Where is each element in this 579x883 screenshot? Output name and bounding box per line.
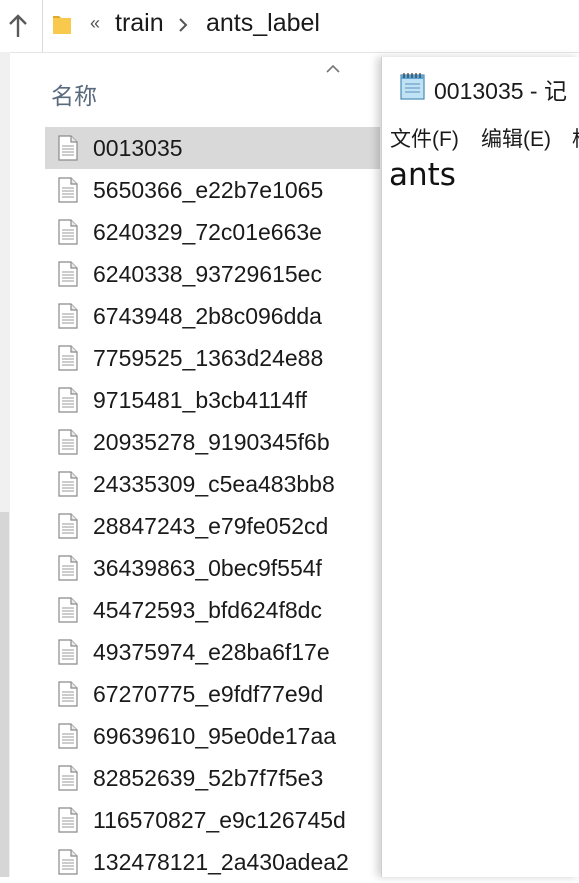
- file-name: 69639610_95e0de17aa: [93, 722, 337, 749]
- scrollbar-thumb[interactable]: [0, 512, 9, 877]
- file-row[interactable]: 20935278_9190345f6b: [45, 421, 380, 463]
- text-file-icon: [58, 471, 78, 497]
- file-name: 7759525_1363d24e88: [93, 344, 324, 371]
- file-name: 28847243_e79fe052cd: [93, 512, 329, 539]
- file-row[interactable]: 9715481_b3cb4114ff: [45, 379, 380, 421]
- file-row[interactable]: 82852639_52b7f7f5e3: [45, 757, 380, 799]
- file-name: 36439863_0bec9f554f: [93, 554, 322, 581]
- file-row[interactable]: 24335309_c5ea483bb8: [45, 463, 380, 505]
- text-file-icon: [58, 429, 78, 455]
- text-file-icon: [58, 681, 78, 707]
- column-header-label: 名称: [51, 83, 97, 109]
- file-name: 20935278_9190345f6b: [93, 428, 330, 455]
- menu-edit[interactable]: 编辑(E): [481, 123, 551, 153]
- text-file-icon: [58, 807, 78, 833]
- file-row[interactable]: 36439863_0bec9f554f: [45, 547, 380, 589]
- notepad-menu-bar: 文件(F) 编辑(E) 格: [382, 115, 579, 157]
- breadcrumb-overflow[interactable]: «: [90, 13, 100, 34]
- text-file-icon: [58, 597, 78, 623]
- file-row[interactable]: 7759525_1363d24e88: [45, 337, 380, 379]
- notepad-title: 0013035 - 记: [434, 78, 567, 104]
- file-row[interactable]: 6240338_93729615ec: [45, 253, 380, 295]
- file-row[interactable]: 45472593_bfd624f8dc: [45, 589, 380, 631]
- text-file-icon: [58, 513, 78, 539]
- text-file-icon: [58, 639, 78, 665]
- text-file-icon: [58, 303, 78, 329]
- chevron-right-icon[interactable]: [177, 16, 189, 34]
- text-file-icon: [58, 723, 78, 749]
- file-row[interactable]: 6743948_2b8c096dda: [45, 295, 380, 337]
- text-file-icon: [58, 765, 78, 791]
- file-name: 5650366_e22b7e1065: [93, 176, 324, 203]
- text-file-icon: [58, 849, 78, 875]
- notepad-window: 0013035 - 记 文件(F) 编辑(E) 格 ants: [381, 57, 579, 877]
- file-name: 0013035: [93, 134, 183, 161]
- folder-icon: [53, 16, 71, 34]
- sort-ascending-icon: [326, 64, 340, 73]
- file-row[interactable]: 69639610_95e0de17aa: [45, 715, 380, 757]
- file-name: 6240338_93729615ec: [93, 260, 322, 287]
- file-row[interactable]: 6240329_72c01e663e: [45, 211, 380, 253]
- arrow-up-icon: [9, 14, 27, 37]
- breadcrumb-item-train[interactable]: train: [115, 9, 164, 38]
- file-name: 67270775_e9fdf77e9d: [93, 680, 324, 707]
- column-header-name[interactable]: 名称: [45, 64, 380, 114]
- file-list: 0013035 5650366_e22b7e1065 6240329_72c01e6…: [45, 127, 380, 883]
- file-name: 132478121_2a430adea2: [93, 848, 349, 875]
- up-button[interactable]: [6, 12, 30, 40]
- file-name: 24335309_c5ea483bb8: [93, 470, 335, 497]
- file-name: 49375974_e28ba6f17e: [93, 638, 330, 665]
- text-file-icon: [58, 177, 78, 203]
- file-row[interactable]: 28847243_e79fe052cd: [45, 505, 380, 547]
- file-row[interactable]: 5650366_e22b7e1065: [45, 169, 380, 211]
- file-name: 45472593_bfd624f8dc: [93, 596, 322, 623]
- file-name: 9715481_b3cb4114ff: [93, 386, 308, 413]
- text-file-icon: [58, 135, 78, 161]
- notepad-text-area[interactable]: ants: [389, 157, 456, 193]
- menu-file[interactable]: 文件(F): [390, 123, 459, 153]
- file-row[interactable]: 49375974_e28ba6f17e: [45, 631, 380, 673]
- text-file-icon: [58, 261, 78, 287]
- file-row[interactable]: 0013035: [45, 127, 380, 169]
- file-name: 116570827_e9c126745d: [93, 806, 346, 833]
- text-file-icon: [58, 219, 78, 245]
- text-file-icon: [58, 555, 78, 581]
- breadcrumb-item-ants-label[interactable]: ants_label: [206, 9, 320, 38]
- text-file-icon: [58, 345, 78, 371]
- breadcrumb[interactable]: « train ants_label: [42, 0, 579, 52]
- file-name: 6240329_72c01e663e: [93, 218, 322, 245]
- notepad-icon: [400, 73, 425, 100]
- file-row[interactable]: 116570827_e9c126745d: [45, 799, 380, 841]
- file-name: 6743948_2b8c096dda: [93, 302, 322, 329]
- notepad-title-bar[interactable]: 0013035 - 记: [382, 57, 579, 115]
- menu-format[interactable]: 格: [572, 123, 579, 153]
- file-name: 82852639_52b7f7f5e3: [93, 764, 324, 791]
- address-bar: « train ants_label: [0, 0, 579, 53]
- text-file-icon: [58, 387, 78, 413]
- nav-pane-scrollbar[interactable]: [0, 52, 10, 877]
- file-row[interactable]: 67270775_e9fdf77e9d: [45, 673, 380, 715]
